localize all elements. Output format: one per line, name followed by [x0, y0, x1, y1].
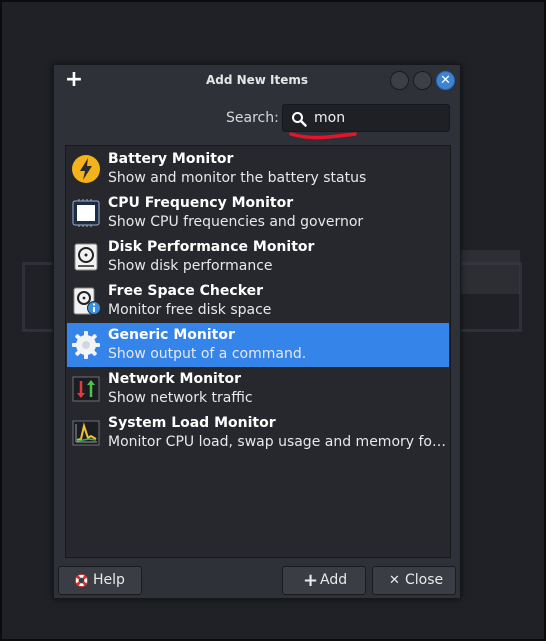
plus-icon: + [303, 570, 319, 591]
help-button[interactable]: Help [58, 566, 142, 595]
item-title: Free Space Checker [108, 283, 264, 299]
item-title: CPU Frequency Monitor [108, 195, 294, 211]
item-description: Show output of a command. [108, 346, 307, 362]
item-title: Generic Monitor [108, 327, 235, 343]
disk-info-icon [73, 287, 101, 315]
lifebuoy-icon [74, 573, 89, 588]
list-item-system-load-monitor[interactable]: System Load Monitor Monitor CPU load, sw… [67, 411, 449, 455]
maximize-button[interactable] [413, 71, 432, 90]
close-button-label: Close [405, 572, 444, 588]
list-item-network-monitor[interactable]: Network Monitor Show network traffic [67, 367, 449, 411]
list-item-battery-monitor[interactable]: Battery Monitor Show and monitor the bat… [67, 147, 449, 191]
item-title: Battery Monitor [108, 151, 234, 167]
red-underline-annotation [289, 132, 357, 140]
add-new-items-dialog: + Add New Items ✕ Search: mon Battery Mo… [53, 64, 461, 599]
help-button-label: Help [93, 572, 125, 588]
list-item-free-space-checker[interactable]: Free Space Checker Monitor free disk spa… [67, 279, 449, 323]
list-item-generic-monitor[interactable]: Generic Monitor Show output of a command… [67, 323, 449, 367]
titlebar: + Add New Items ✕ [54, 65, 460, 97]
load-graph-icon [72, 420, 100, 446]
item-title: System Load Monitor [108, 415, 276, 431]
close-window-button[interactable]: ✕ [436, 71, 455, 90]
list-item-cpu-frequency-monitor[interactable]: CPU Frequency Monitor Show CPU frequenci… [67, 191, 449, 235]
gear-icon [72, 331, 100, 359]
hard-disk-icon [74, 243, 98, 271]
item-description: Monitor CPU load, swap usage and memory … [108, 434, 446, 450]
close-icon: ✕ [389, 573, 400, 588]
item-description: Show CPU frequencies and governor [108, 214, 364, 230]
minimize-button[interactable] [390, 71, 409, 90]
close-button[interactable]: ✕ Close [372, 566, 456, 595]
add-button-label: Add [320, 572, 348, 588]
battery-lightning-icon [72, 155, 100, 183]
search-value: mon [314, 110, 346, 126]
add-button[interactable]: + Add [282, 566, 366, 595]
search-label: Search: [226, 110, 279, 126]
item-title: Network Monitor [108, 371, 242, 387]
item-description: Show disk performance [108, 258, 273, 274]
cpu-chip-icon [72, 199, 100, 227]
list-item-disk-performance-monitor[interactable]: Disk Performance Monitor Show disk perfo… [67, 235, 449, 279]
item-title: Disk Performance Monitor [108, 239, 315, 255]
items-list[interactable]: Battery Monitor Show and monitor the bat… [65, 145, 451, 558]
item-description: Monitor free disk space [108, 302, 272, 318]
item-description: Show and monitor the battery status [108, 170, 367, 186]
background-window-fragment [458, 250, 520, 294]
item-description: Show network traffic [108, 390, 253, 406]
network-arrows-icon [72, 376, 100, 402]
search-icon [292, 112, 307, 127]
